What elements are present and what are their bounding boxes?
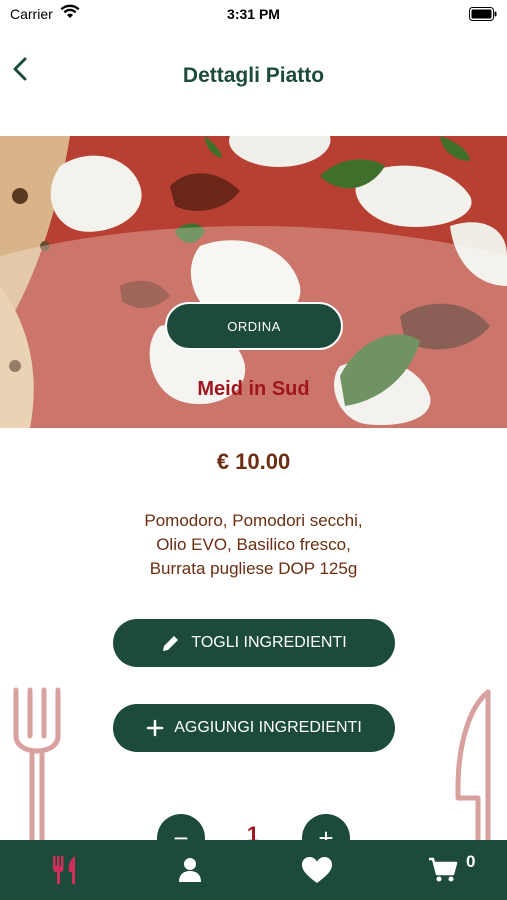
menu-icon	[53, 856, 75, 884]
tab-menu[interactable]	[30, 840, 100, 900]
dish-price: € 10.00	[216, 449, 291, 474]
add-ingredients-label: AGGIUNGI INGREDIENTI	[174, 719, 362, 736]
clock: 3:31 PM	[227, 6, 280, 22]
knife-decoration	[448, 688, 498, 853]
dish-name: Meid in Sud	[197, 378, 310, 400]
fork-decoration	[8, 686, 66, 851]
add-ingredients-button[interactable]: AGGIUNGI INGREDIENTI	[113, 704, 395, 752]
page-title: Dettagli Piatto	[182, 64, 325, 87]
pencil-icon	[163, 636, 179, 651]
navigation-bar: Dettagli Piatto	[0, 44, 507, 108]
ingredients-text: Pomodoro, Pomodori secchi, Olio EVO, Bas…	[144, 511, 363, 578]
status-bar: Carrier 3:31 PM	[0, 0, 507, 28]
remove-ingredients-button[interactable]: TOGLI INGREDIENTI	[113, 619, 395, 667]
profile-icon	[179, 858, 201, 882]
dish-image: ORDINA Meid in Sud	[0, 136, 507, 428]
heart-icon	[302, 857, 332, 883]
order-button[interactable]: ORDINA	[165, 302, 343, 350]
tab-bar: 0	[0, 840, 507, 900]
tab-profile[interactable]	[155, 840, 225, 900]
battery-icon	[469, 7, 497, 24]
remove-ingredients-label: TOGLI INGREDIENTI	[191, 634, 347, 651]
cart-count-badge: 0	[466, 852, 476, 871]
tab-favorites[interactable]	[282, 840, 352, 900]
cart-icon	[429, 857, 458, 882]
plus-icon	[146, 719, 164, 737]
